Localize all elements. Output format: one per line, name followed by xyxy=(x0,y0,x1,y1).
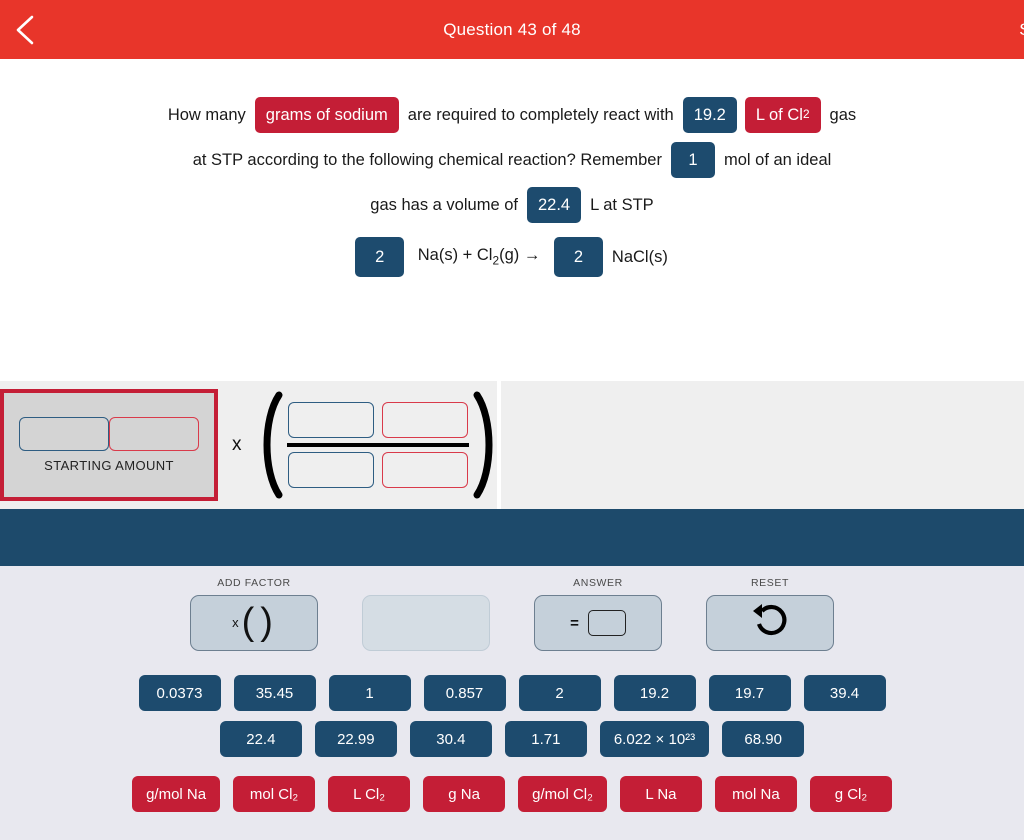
answer-input-box[interactable] xyxy=(587,610,626,636)
answer-equals-sign: = xyxy=(570,614,579,632)
tile-number[interactable]: 68.90 xyxy=(722,721,805,757)
fraction-denominator xyxy=(287,452,468,488)
question-text-gas: gas xyxy=(829,105,857,124)
chip-volume-value: 19.2 xyxy=(682,97,737,133)
equation-coefficient-left: 2 xyxy=(355,237,405,277)
add-factor-paren-open: ( xyxy=(241,600,255,643)
add-factor-button[interactable]: x ( ) xyxy=(190,595,318,651)
reset-button[interactable] xyxy=(706,595,834,651)
conversion-factor xyxy=(255,391,501,499)
tile-unit[interactable]: g/mol Na xyxy=(132,776,221,812)
equation-reactants: Na(s) + Cl2(g) → xyxy=(413,246,545,268)
tile-unit[interactable]: L Cl₂ xyxy=(328,776,411,812)
tile-unit[interactable]: L Na xyxy=(619,776,702,812)
answer-label: ANSWER xyxy=(573,577,623,589)
question-text-volume: gas has a volume of xyxy=(370,195,518,214)
chemical-equation: 2 Na(s) + Cl2(g) → 2 NaCl(s) xyxy=(0,237,1024,277)
fraction-numerator xyxy=(287,402,468,438)
add-factor-label: ADD FACTOR xyxy=(217,577,291,589)
question-line-3: gas has a volume of 22.4 L at STP xyxy=(0,187,1024,223)
numerator-unit-slot[interactable] xyxy=(381,402,468,438)
tile-number[interactable]: 39.4 xyxy=(803,675,886,711)
work-area: STARTING AMOUNT x xyxy=(0,381,1024,509)
denominator-unit-slot[interactable] xyxy=(381,452,468,488)
control-panel: ADD FACTOR x ( ) ANSWER = RESET 0.0373 3… xyxy=(0,566,1024,840)
starting-amount-value-slot[interactable] xyxy=(19,417,109,451)
chip-l-of-cl2: L of Cl 2 xyxy=(744,97,821,133)
submit-button[interactable]: Su xyxy=(1019,20,1024,40)
tile-unit[interactable]: mol Na xyxy=(714,776,797,812)
multiply-sign: x xyxy=(232,434,242,455)
equation-coefficient-right: 2 xyxy=(553,237,603,277)
right-paren-icon xyxy=(471,391,501,499)
answer-button[interactable]: = xyxy=(534,595,662,651)
starting-amount-label: STARTING AMOUNT xyxy=(44,458,174,473)
tile-number[interactable]: 6.022 × 10²³ xyxy=(599,721,710,757)
add-factor-times: x xyxy=(232,615,239,631)
work-area-divider xyxy=(497,381,501,509)
tile-number[interactable]: 22.99 xyxy=(314,721,397,757)
tile-number[interactable]: 0.0373 xyxy=(138,675,221,711)
tile-number[interactable]: 22.4 xyxy=(219,721,302,757)
undo-arrow-icon xyxy=(750,602,790,644)
equation-product: NaCl(s) xyxy=(611,247,668,266)
tile-number[interactable]: 30.4 xyxy=(409,721,492,757)
question-line-2: at STP according to the following chemic… xyxy=(0,142,1024,178)
number-tiles-row-1: 0.0373 35.45 1 0.857 2 19.2 19.7 39.4 xyxy=(0,675,1024,711)
starting-amount-slots xyxy=(19,417,199,451)
numerator-value-slot[interactable] xyxy=(287,402,374,438)
tile-number[interactable]: 1 xyxy=(328,675,411,711)
back-chevron-icon[interactable] xyxy=(12,13,38,47)
tile-number[interactable]: 1.71 xyxy=(504,721,587,757)
reset-control: RESET xyxy=(706,577,834,651)
tile-unit[interactable]: g Na xyxy=(423,776,506,812)
tile-unit[interactable]: g/mol Cl₂ xyxy=(518,776,607,812)
starting-amount-box[interactable]: STARTING AMOUNT xyxy=(0,389,218,501)
number-tiles-row-2: 22.4 22.99 30.4 1.71 6.022 × 10²³ 68.90 xyxy=(0,721,1024,757)
add-factor-paren-close: ) xyxy=(260,600,273,643)
tile-unit[interactable]: mol Cl₂ xyxy=(233,776,316,812)
answer-icon: = xyxy=(570,610,626,636)
chip-grams-of-sodium: grams of sodium xyxy=(254,97,399,133)
question-text-stp: at STP according to the following chemic… xyxy=(192,150,662,169)
tile-number[interactable]: 35.45 xyxy=(233,675,316,711)
add-factor-control: ADD FACTOR x ( ) xyxy=(190,577,318,651)
chip-one-mol: 1 xyxy=(670,142,715,178)
tile-number[interactable]: 0.857 xyxy=(423,675,506,711)
fraction xyxy=(286,402,469,488)
question-area: How many grams of sodium are required to… xyxy=(0,59,1024,381)
question-line-1: How many grams of sodium are required to… xyxy=(0,97,1024,133)
tile-tray: 0.0373 35.45 1 0.857 2 19.2 19.7 39.4 22… xyxy=(0,675,1024,812)
page-title: Question 43 of 48 xyxy=(443,19,581,39)
separator-band xyxy=(0,509,1024,566)
question-text-lstp: L at STP xyxy=(590,195,654,214)
starting-amount-unit-slot[interactable] xyxy=(109,417,199,451)
tile-number[interactable]: 19.2 xyxy=(613,675,696,711)
question-text-required: are required to completely react with xyxy=(407,105,674,124)
chip-molar-volume: 22.4 xyxy=(526,187,582,223)
question-text-ideal: mol of an ideal xyxy=(723,150,832,169)
denominator-value-slot[interactable] xyxy=(287,452,374,488)
question-text-howmany: How many xyxy=(167,105,246,124)
controls-row: ADD FACTOR x ( ) ANSWER = RESET xyxy=(0,577,1024,659)
app-header: Question 43 of 48 Su xyxy=(0,0,1024,59)
unit-tiles-row: g/mol Na mol Cl₂ L Cl₂ g Na g/mol Cl₂ L … xyxy=(0,776,1024,812)
tile-number[interactable]: 2 xyxy=(518,675,601,711)
left-paren-icon xyxy=(255,391,285,499)
answer-control: ANSWER = xyxy=(534,577,662,651)
spare-control xyxy=(362,577,490,651)
tile-number[interactable]: 19.7 xyxy=(708,675,791,711)
spare-button xyxy=(362,595,490,651)
fraction-bar xyxy=(286,443,469,447)
add-factor-icon: x ( ) xyxy=(232,600,276,643)
tile-unit[interactable]: g Cl₂ xyxy=(809,776,892,812)
reset-label: RESET xyxy=(750,577,789,589)
